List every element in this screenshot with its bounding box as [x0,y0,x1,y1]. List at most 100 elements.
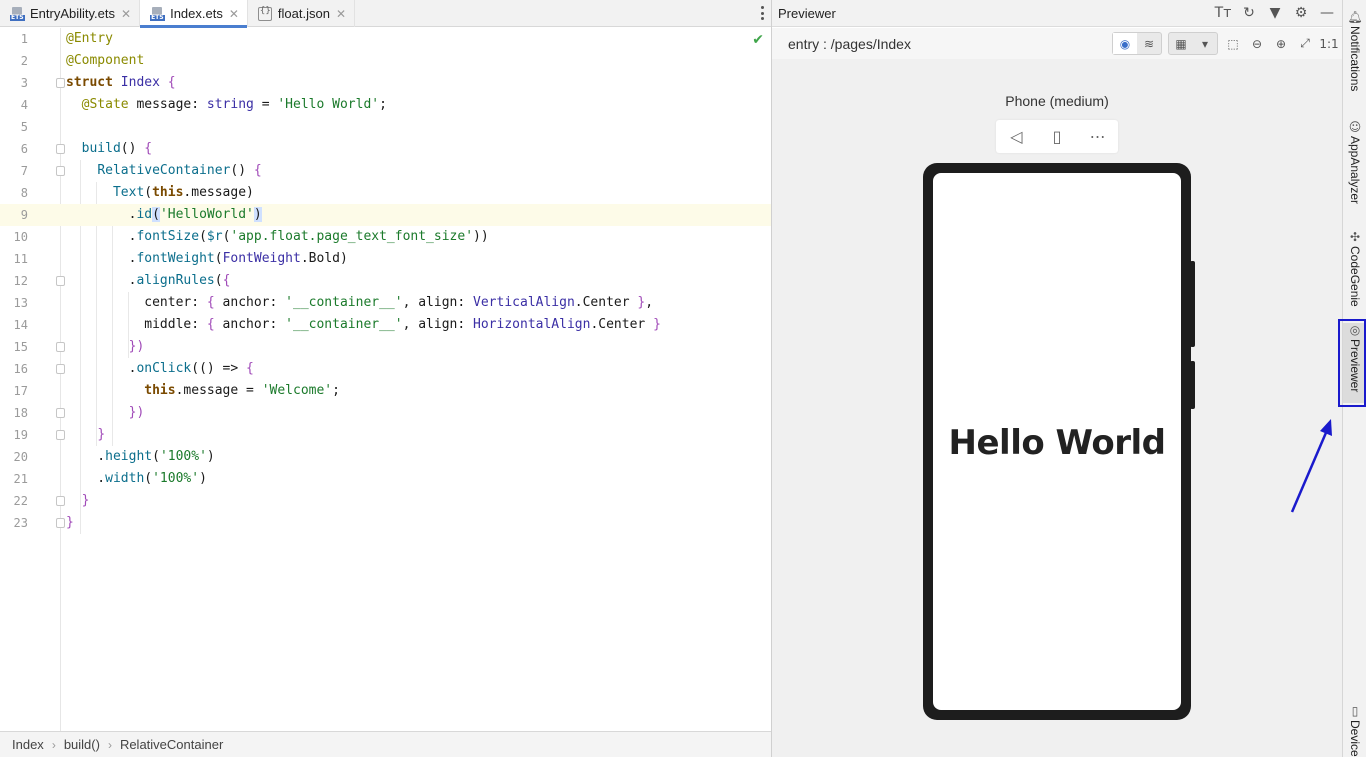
fold-marker-icon[interactable] [56,496,65,506]
actual-size-button[interactable]: 1:1 [1319,33,1338,54]
line-number: 6 [20,142,28,156]
fold-marker-icon[interactable] [56,342,65,352]
breadcrumb: Index › build() › RelativeContainer [0,731,772,757]
code-line[interactable]: 5 [0,116,772,138]
code-text: .alignRules({ [66,273,231,288]
code-line[interactable]: 3 struct Index { [0,72,772,94]
code-line[interactable]: 8 Text(this.message) [0,182,772,204]
fold-marker-icon[interactable] [56,166,65,176]
line-number: 15 [13,340,28,354]
genie-icon: ✣ [1349,230,1361,244]
line-number: 19 [13,428,28,442]
line-number: 2 [20,54,28,68]
tab-label: Index.ets [170,6,223,21]
code-line[interactable]: 7 RelativeContainer() { [0,160,772,182]
code-line[interactable]: 18 }) [0,402,772,424]
tab-index[interactable]: ETS Index.ets ✕ [140,0,248,28]
strip-item-appanalyzer[interactable]: ☺ AppAnalyzer [1343,120,1366,204]
close-icon[interactable]: ✕ [121,7,131,21]
fold-marker-icon[interactable] [56,430,65,440]
code-text: } [97,427,106,442]
line-number: 22 [13,494,28,508]
font-size-icon[interactable]: Tт [1214,3,1232,23]
hello-world-text[interactable]: Hello World [933,423,1181,463]
code-text: @Component [66,53,145,68]
code-line[interactable]: 15 }) [0,336,772,358]
code-line[interactable]: 4 @State message: string = 'Hello World'… [0,94,772,116]
line-number: 20 [13,450,28,464]
multi-device-dropdown[interactable]: ▦ ▾ [1168,32,1218,55]
page-path: entry : /pages/Index [788,35,911,52]
line-number: 11 [13,252,28,266]
fold-marker-icon[interactable] [56,78,65,88]
chevron-down-icon[interactable]: ▾ [1193,33,1217,54]
code-text: struct Index { [66,75,176,90]
code-line[interactable]: 1 @Entry [0,28,772,50]
code-line[interactable]: 11 .fontWeight(FontWeight.Bold) [0,248,772,270]
strip-item-notifications[interactable]: 🔔︎ Notifications [1343,10,1366,91]
code-text: RelativeContainer() { [97,163,262,178]
grid-icon[interactable]: ▦ [1169,33,1193,54]
fold-marker-icon[interactable] [56,408,65,418]
line-number: 13 [13,296,28,310]
robot-icon: ☺ [1348,120,1362,134]
close-icon[interactable]: ✕ [229,7,239,21]
editor-tab-bar: ETS EntryAbility.ets ✕ ETS Index.ets ✕ f… [0,0,772,28]
strip-item-codegenie[interactable]: ✣ CodeGenie [1343,230,1366,307]
pin-icon[interactable]: ▼ [1266,3,1284,23]
fold-marker-icon[interactable] [56,144,65,154]
fold-marker-icon[interactable] [56,364,65,374]
zoom-out-icon[interactable]: ⊖ [1248,33,1266,54]
code-line[interactable]: 6 build() { [0,138,772,160]
code-text: .id('HelloWorld') [66,207,262,222]
tab-float-json[interactable]: float.json ✕ [248,0,356,27]
minimize-icon[interactable]: — [1318,3,1336,23]
strip-item-label: AppAnalyzer [1348,136,1362,205]
line-number: 18 [13,406,28,420]
code-line[interactable]: 14 middle: { anchor: '__container__', al… [0,314,772,336]
strip-item-label: CodeGenie [1348,246,1362,307]
more-icon[interactable]: ⋯ [1077,120,1118,153]
back-icon[interactable]: ◁ [996,120,1037,153]
inspector-toggle-group: ◉ ≋ [1112,32,1162,55]
code-editor[interactable]: 1 @Entry 2 @Component 3 struct Index {4 @Stat… [0,28,772,731]
refresh-icon[interactable]: ↻ [1240,3,1258,23]
crop-icon[interactable]: ⬚ [1224,33,1242,54]
line-number: 9 [20,208,28,222]
code-line[interactable]: 20 .height('100%') [0,446,772,468]
code-line[interactable]: 9 .id('HelloWorld') [0,204,772,226]
breadcrumb-item[interactable]: RelativeContainer [120,737,223,752]
previewer-header: Previewer Tт ↻ ▼ ⚙ — [772,0,1342,27]
rotate-device-icon[interactable]: ▯ [1037,120,1078,153]
phone-screen[interactable]: Hello World [933,173,1181,710]
preview-canvas: Phone (medium) ◁ ▯ ⋯ Hello World [772,59,1342,757]
code-line[interactable]: 22 } [0,490,772,512]
breadcrumb-item[interactable]: build() [64,737,100,752]
settings-icon[interactable]: ⚙ [1292,3,1310,23]
code-line[interactable]: 13 center: { anchor: '__container__', al… [0,292,772,314]
code-line[interactable]: 19 } [0,424,772,446]
fold-marker-icon[interactable] [56,276,65,286]
code-line[interactable]: 23} [0,512,772,534]
fit-screen-icon[interactable]: ⤢ [1296,33,1314,54]
code-line[interactable]: 10 .fontSize($r('app.float.page_text_fon… [0,226,772,248]
more-options-icon[interactable] [760,6,764,20]
strip-item-device[interactable]: ▯ Device [1343,704,1366,757]
code-text: Text(this.message) [112,185,254,200]
code-text: }) [128,339,145,354]
code-line[interactable]: 16 .onClick(() => { [0,358,772,380]
layers-icon[interactable]: ≋ [1137,33,1161,54]
zoom-in-icon[interactable]: ⊕ [1272,33,1290,54]
code-line[interactable]: 2 @Component [0,50,772,72]
line-number: 4 [20,98,28,112]
previewer-title: Previewer [778,5,836,21]
breadcrumb-item[interactable]: Index [12,737,44,752]
fold-marker-icon[interactable] [56,518,65,528]
tab-entryability[interactable]: ETS EntryAbility.ets ✕ [0,0,141,27]
code-line[interactable]: 12 .alignRules({ [0,270,772,292]
line-number: 17 [13,384,28,398]
code-line[interactable]: 17 this.message = 'Welcome'; [0,380,772,402]
code-line[interactable]: 21 .width('100%') [0,468,772,490]
close-icon[interactable]: ✕ [336,7,346,21]
inspector-icon[interactable]: ◉ [1113,33,1137,54]
